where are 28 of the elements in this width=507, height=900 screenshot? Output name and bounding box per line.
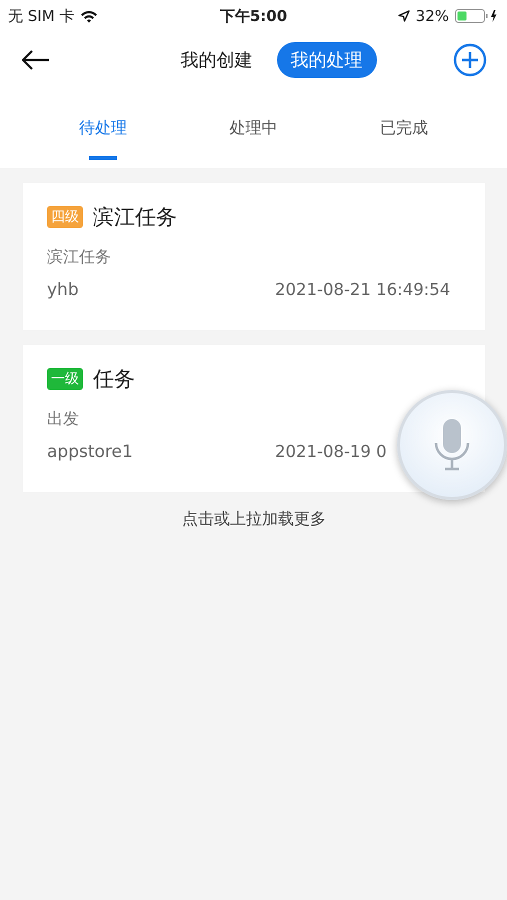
clock-text: 下午5:00 bbox=[220, 6, 288, 26]
task-description: 滨江任务 bbox=[47, 247, 112, 268]
task-description: 出发 bbox=[47, 409, 80, 430]
load-more-text[interactable]: 点击或上拉加载更多 bbox=[23, 509, 485, 530]
microphone-icon bbox=[432, 417, 472, 473]
task-title: 滨江任务 bbox=[93, 204, 177, 231]
location-arrow-icon bbox=[398, 10, 410, 22]
level-tag: 四级 bbox=[47, 206, 83, 228]
task-time: 2021-08-19 0 bbox=[275, 442, 388, 462]
task-user: appstore1 bbox=[47, 442, 133, 462]
task-user: yhb bbox=[47, 280, 79, 300]
status-tab[interactable]: 已完成 bbox=[370, 88, 438, 168]
status-tab[interactable]: 待处理 bbox=[69, 88, 138, 168]
carrier-text: 无 SIM 卡 bbox=[8, 6, 74, 26]
level-tag: 一级 bbox=[47, 368, 83, 390]
segment-tab[interactable]: 我的处理 bbox=[276, 42, 376, 78]
voice-input-overlay[interactable] bbox=[397, 390, 507, 500]
wifi-icon bbox=[80, 10, 98, 22]
tab-indicator bbox=[89, 156, 118, 160]
battery-percent: 32% bbox=[416, 7, 449, 25]
segment-tab[interactable]: 我的创建 bbox=[166, 42, 266, 78]
status-tab[interactable]: 处理中 bbox=[219, 88, 288, 168]
battery-charging-icon bbox=[455, 9, 499, 23]
task-time: 2021-08-21 16:49:54 bbox=[275, 280, 452, 300]
task-title: 任务 bbox=[93, 366, 135, 393]
back-arrow-icon[interactable] bbox=[22, 50, 50, 70]
task-card[interactable]: 四级 滨江任务 滨江任务 yhb 2021-08-21 16:49:54 bbox=[23, 183, 485, 330]
add-icon[interactable] bbox=[453, 43, 487, 77]
